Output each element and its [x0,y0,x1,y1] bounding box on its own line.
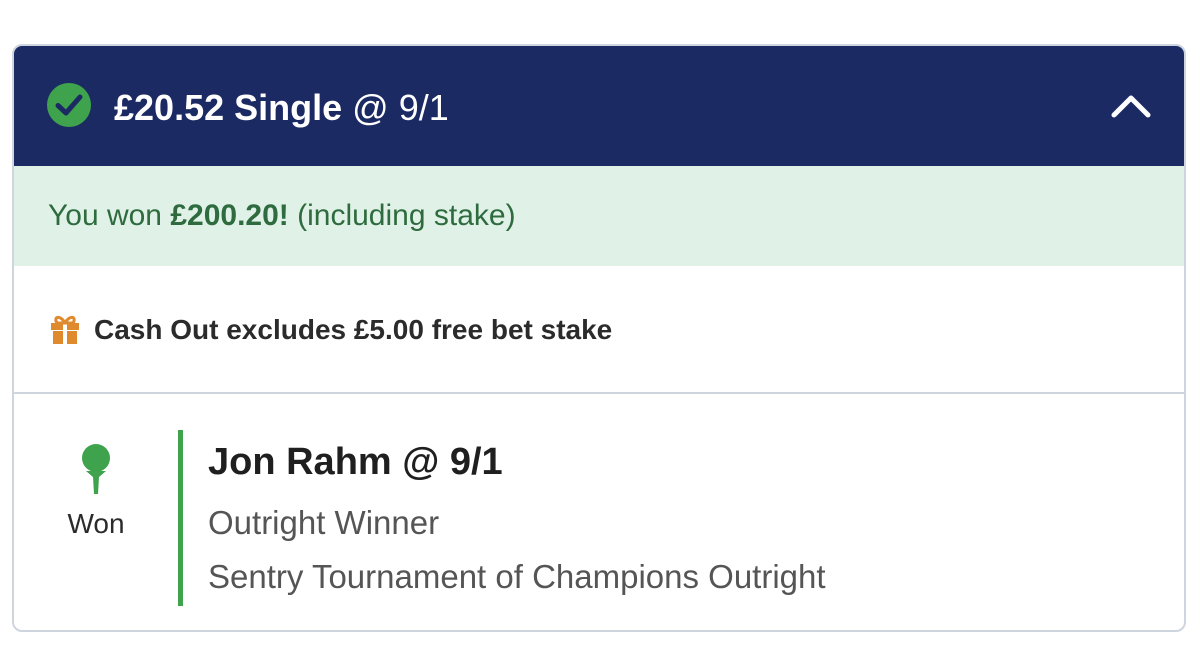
selection-row: Won Jon Rahm @ 9/1 Outright Winner Sentr… [14,394,1184,630]
bet-card: £20.52 Single @ 9/1 You won £200.20! (in… [12,44,1186,632]
chevron-up-icon[interactable] [1108,84,1154,130]
selection-result: Won [67,508,125,539]
result-indicator-bar [178,430,183,606]
winnings-text: You won £200.20! (including stake) [48,196,516,236]
gift-icon [51,315,79,344]
cashout-notice-text: Cash Out excludes £5.00 free bet stake [94,314,613,345]
bet-header[interactable]: £20.52 Single @ 9/1 [14,46,1184,166]
selection-market: Outright Winner [208,504,440,541]
cashout-notice: Cash Out excludes £5.00 free bet stake [14,266,1184,394]
winnings-amount: £200.20! [170,199,289,232]
check-circle-icon [47,83,91,127]
winnings-prefix: You won [48,199,171,232]
winnings-banner: You won £200.20! (including stake) [14,166,1184,266]
bet-odds: @ 9/1 [352,87,449,128]
bet-title: £20.52 Single @ 9/1 [114,86,449,130]
selection-event: Sentry Tournament of Champions Outright [208,558,826,595]
selection-name: Jon Rahm @ 9/1 [208,441,503,483]
bet-stake-type: £20.52 Single [114,87,343,128]
winnings-suffix: (including stake) [288,199,516,232]
golf-tee-icon [82,444,110,494]
